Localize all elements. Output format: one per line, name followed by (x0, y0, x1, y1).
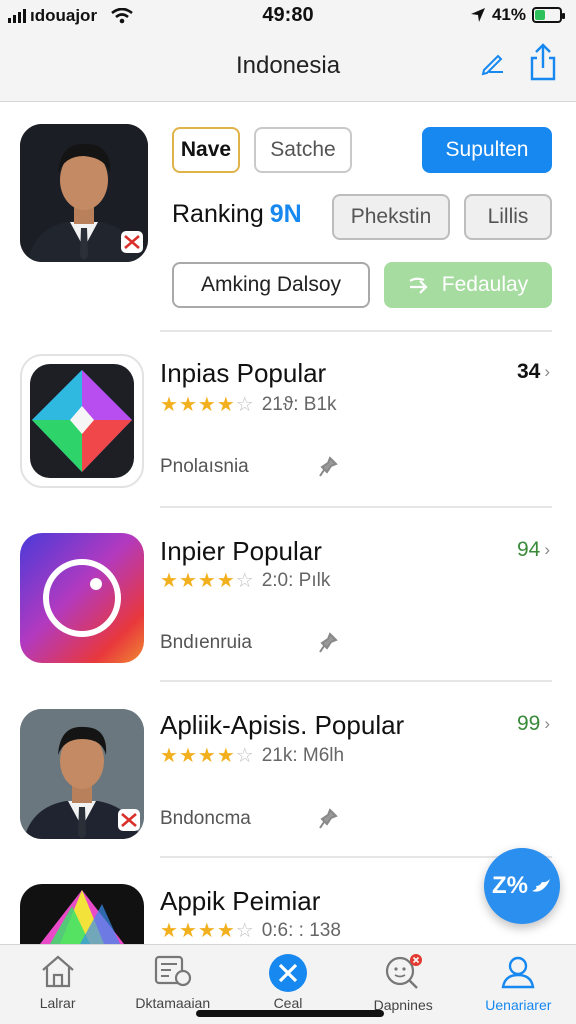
forward-arrow-icon (409, 277, 428, 294)
review-meta: 21ϑ: Β1k (261, 394, 337, 415)
rating: ★ ★ ★ ★ ☆ 21ϑ: Β1k (160, 394, 337, 416)
chevron-right-icon: › (544, 362, 550, 381)
rank-value: 94 (516, 538, 541, 561)
ranking-value: 9N (269, 200, 302, 228)
navigation-bar: Indonesia (0, 32, 576, 102)
app-subtitle: Bndıenruia (160, 632, 252, 653)
app-subtitle: Bndoncma (160, 808, 251, 829)
fedaulay-label: Fedaulay (441, 273, 529, 296)
pin-icon[interactable] (318, 456, 338, 478)
pin-icon[interactable] (318, 632, 338, 654)
tab-label: Dktamaaian (135, 995, 211, 1011)
person-portrait-icon (20, 709, 144, 839)
phekstin-button[interactable]: Phekstin (332, 194, 450, 240)
ranking-label: Ranking (172, 200, 264, 228)
app-subtitle: Pnolaısnia (160, 456, 249, 477)
fedaulay-button[interactable]: Fedaulay (384, 262, 552, 308)
app-title: Inpier Popular (160, 536, 322, 566)
supulten-button[interactable]: Supulten (422, 127, 552, 173)
search-face-icon (386, 954, 423, 989)
close-circle-icon (268, 954, 307, 992)
star-rating: ★ ★ ★ ★ ☆ (160, 920, 254, 942)
app-title: Appik Peimiar (160, 886, 321, 916)
ranking-row: Ranking 9N (172, 200, 302, 229)
divider (160, 330, 552, 332)
divider (160, 506, 552, 508)
lillis-button[interactable]: Lillis (464, 194, 552, 240)
review-meta: 0:6: : 138 (261, 920, 341, 941)
location-arrow-icon (470, 8, 485, 22)
status-bar: ıdouajor 49:80 41% (0, 0, 576, 32)
rank-value: 99 (516, 712, 541, 735)
twitter-share-fab[interactable]: Z% (484, 848, 560, 924)
app-icon (20, 354, 144, 488)
tab-uenariarer[interactable]: Uenariarer (461, 945, 576, 1024)
star-rating: ★ ★ ★ ★ ☆ (160, 570, 254, 592)
share-icon[interactable] (528, 42, 558, 82)
app-title: Inpias Popular (160, 358, 327, 388)
app-icon (20, 884, 144, 944)
review-meta: 21k: M6lh (261, 745, 345, 766)
prism-logo-icon (30, 364, 134, 478)
rating: ★ ★ ★ ★ ☆ 2:0: Pılk (160, 570, 330, 592)
chip-nave[interactable]: Nave (172, 127, 240, 173)
camera-lens-icon (43, 559, 121, 637)
tab-lalrar[interactable]: Lalrar (0, 945, 115, 1024)
person-portrait-icon (20, 124, 148, 262)
divider (160, 856, 552, 858)
profile-avatar[interactable] (20, 124, 148, 262)
star-rating: ★ ★ ★ ★ ☆ (160, 745, 254, 767)
tab-label: Lalrar (39, 995, 76, 1011)
divider (160, 680, 552, 682)
chip-satche[interactable]: Satche (254, 127, 352, 173)
app-rank[interactable]: 99 › (517, 712, 550, 736)
app-title: Apliik-Apisis. Popular (160, 710, 405, 740)
battery-fill (535, 10, 545, 20)
tab-label: Uenariarer (485, 997, 552, 1013)
bird-icon (532, 879, 550, 892)
chevron-right-icon: › (544, 540, 550, 559)
app-rank[interactable]: 34 › (517, 360, 550, 384)
gallery-icon (154, 955, 191, 987)
battery-percent: 41% (491, 5, 526, 24)
home-icon (41, 955, 74, 988)
rating: ★ ★ ★ ★ ☆ 21k: M6lh (160, 745, 344, 767)
profile-icon (501, 956, 535, 989)
chevron-right-icon: › (544, 714, 550, 733)
app-icon (20, 533, 144, 663)
tab-label: Ceal (273, 995, 303, 1011)
amking-dalsoy-button[interactable]: Amking Dalsoy (172, 262, 370, 308)
star-rating: ★ ★ ★ ★ ☆ (160, 394, 254, 416)
fab-label: Z% (492, 872, 528, 899)
home-indicator[interactable] (196, 1010, 384, 1017)
triangle-logo-icon (40, 890, 124, 944)
rating: ★ ★ ★ ★ ☆ 0:6: : 138 (160, 920, 341, 942)
app-rank[interactable]: 94 › (517, 538, 550, 562)
app-icon (20, 709, 144, 839)
battery-icon (532, 7, 565, 23)
rank-value: 34 (516, 360, 541, 383)
pin-icon[interactable] (318, 808, 338, 830)
review-meta: 2:0: Pılk (261, 570, 331, 591)
pencil-icon[interactable] (480, 50, 506, 76)
